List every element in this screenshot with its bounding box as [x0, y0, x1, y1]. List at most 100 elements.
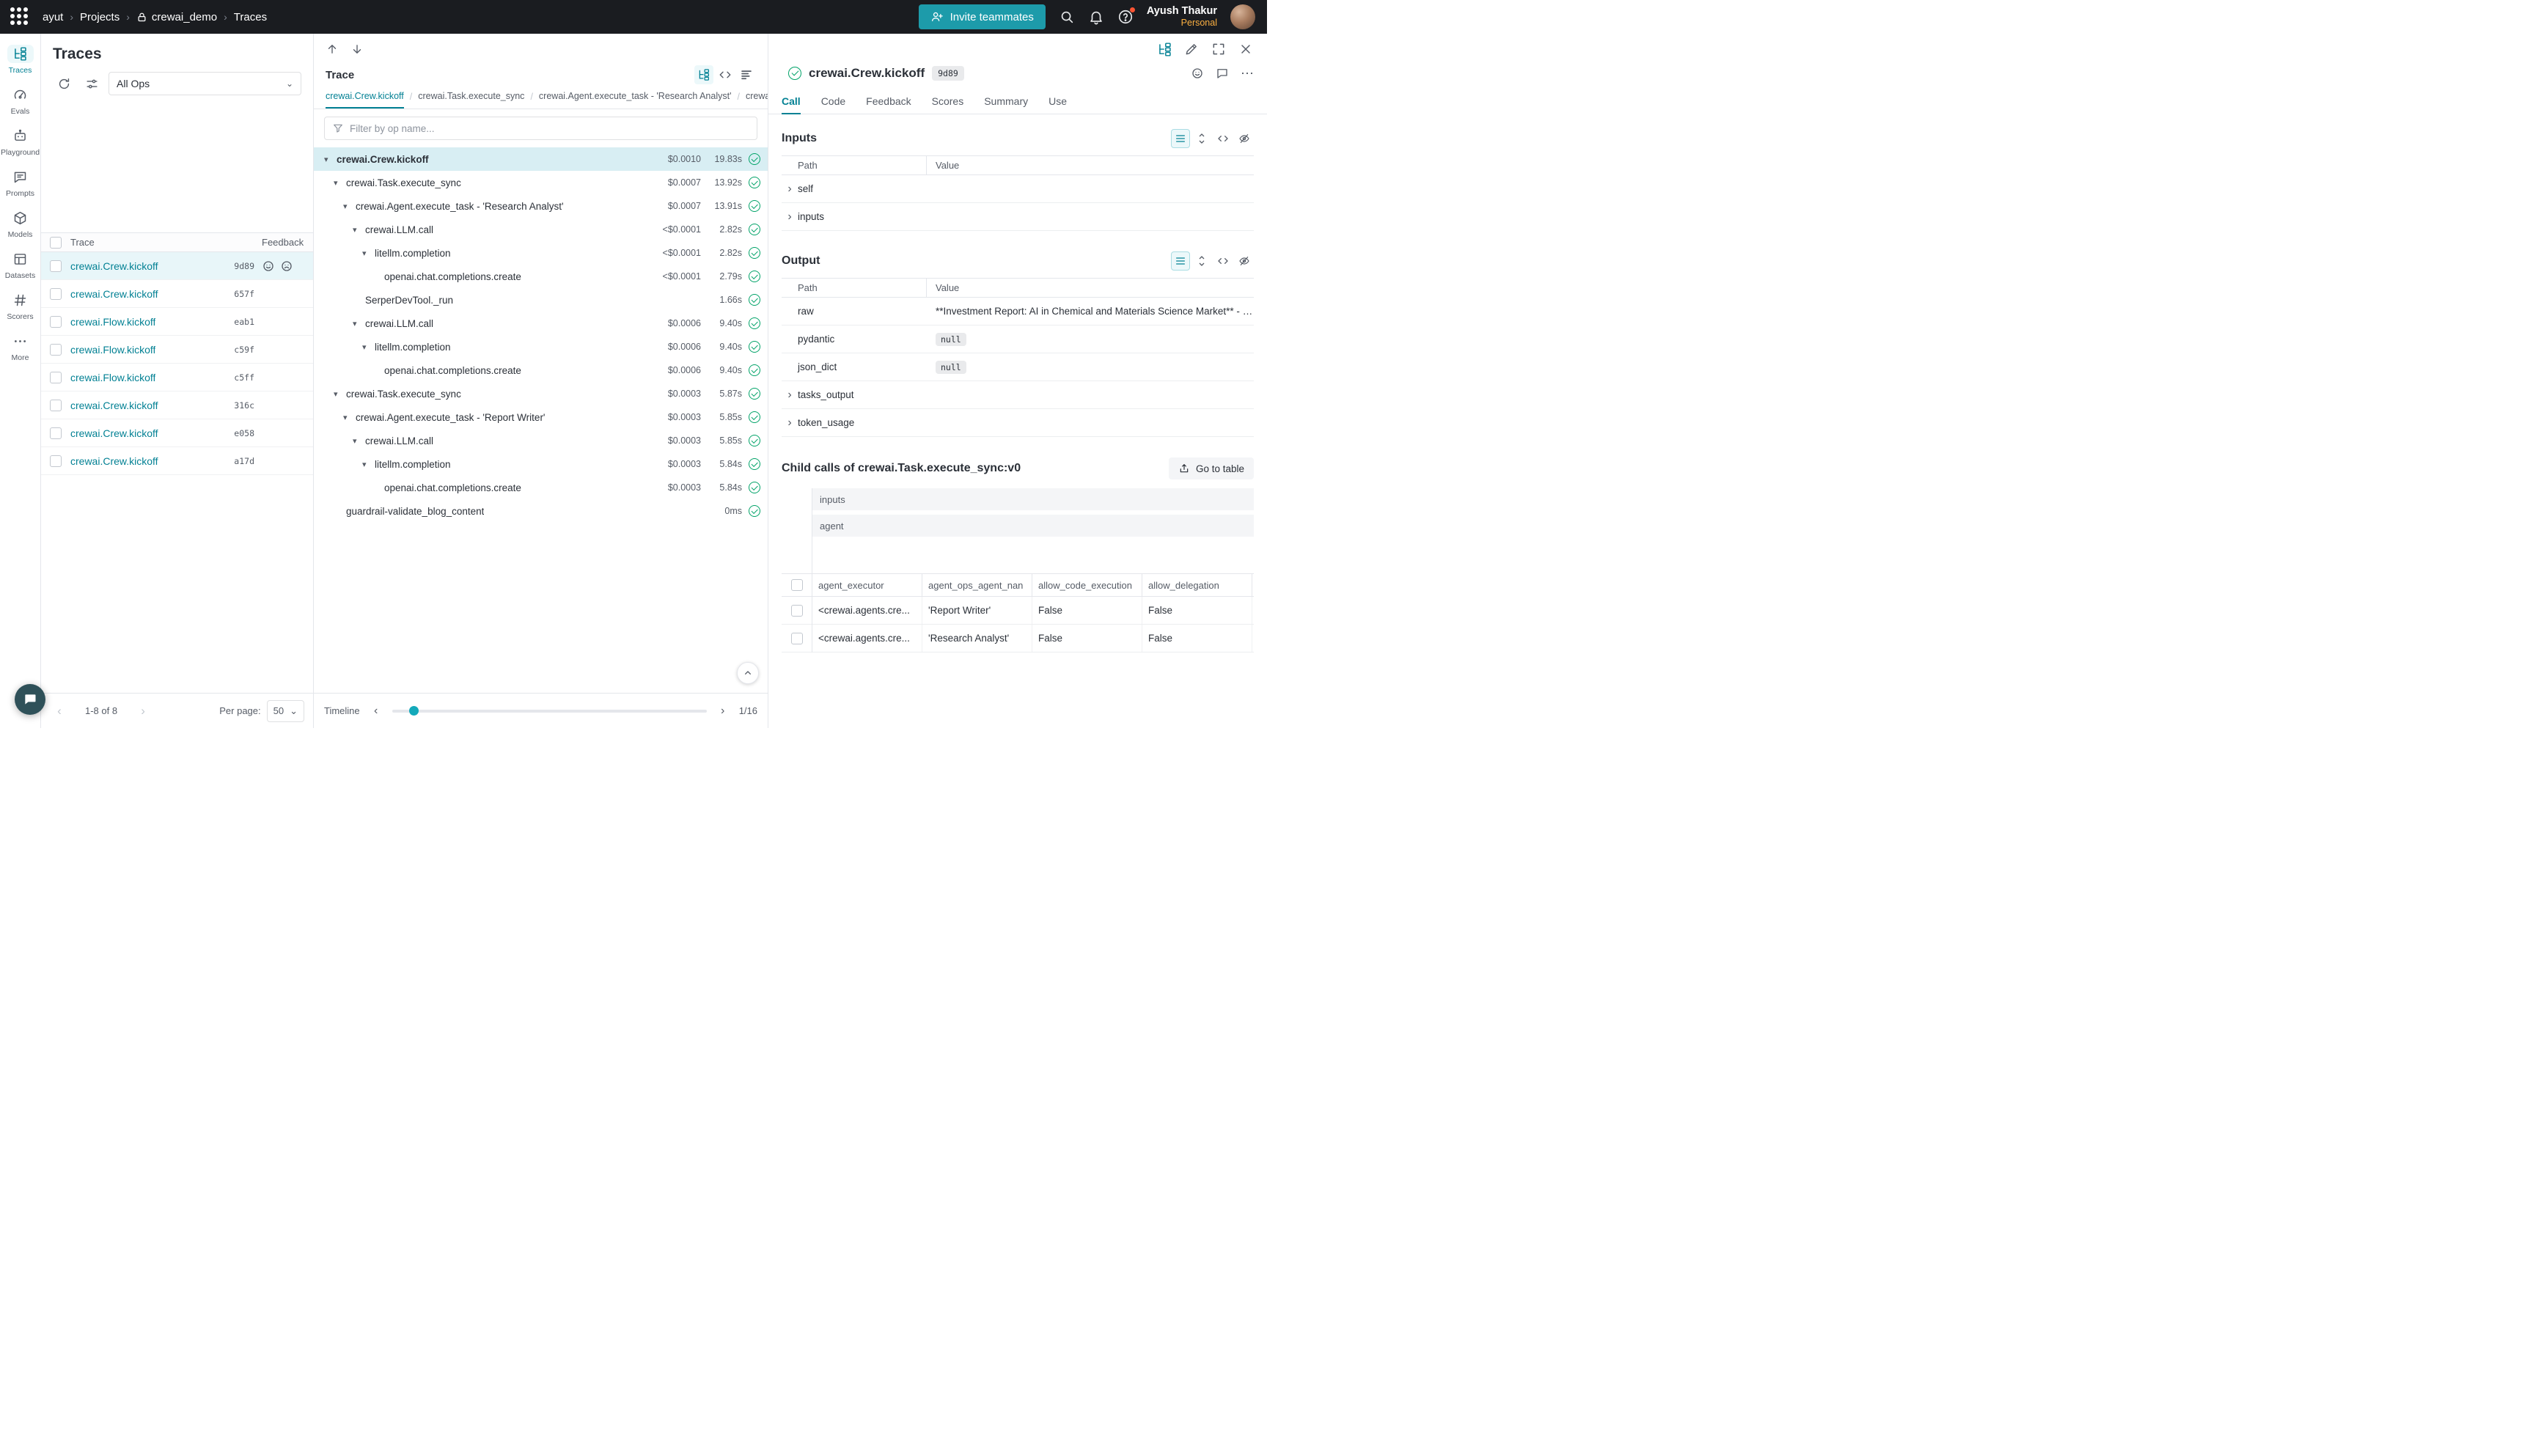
next-page-button[interactable]: › — [133, 702, 153, 721]
breadcrumb-projects[interactable]: Projects — [80, 11, 120, 23]
chevron-right-icon[interactable]: › — [782, 183, 798, 195]
row-checkbox[interactable] — [50, 400, 62, 411]
trace-link[interactable]: crewai.Crew.kickoff — [70, 260, 158, 272]
chevron-down-icon[interactable]: ▾ — [324, 155, 337, 164]
prev-page-button[interactable]: ‹ — [50, 702, 69, 721]
toggle-tree-sidebar-button[interactable] — [1157, 42, 1172, 57]
notifications-bell-icon[interactable] — [1088, 9, 1104, 25]
trace-tree-row[interactable]: ▾ crewai.Crew.kickoff $0.0010 19.83s — [314, 147, 768, 171]
breadcrumb-page[interactable]: Traces — [234, 11, 267, 23]
fullscreen-button[interactable] — [1211, 42, 1227, 57]
sidebar-item-traces[interactable]: Traces — [1, 40, 40, 81]
column-header[interactable]: allow_code_execution — [1032, 574, 1142, 596]
tab-scores[interactable]: Scores — [932, 89, 964, 114]
row-checkbox[interactable] — [50, 427, 62, 439]
hide-values-button[interactable] — [1235, 129, 1254, 148]
chevron-down-icon[interactable]: ▾ — [353, 225, 365, 235]
next-sibling-button[interactable] — [346, 38, 368, 60]
sidebar-item-scorers[interactable]: Scorers — [1, 286, 40, 327]
edit-button[interactable] — [1184, 42, 1200, 57]
call-id-badge[interactable]: 9d89 — [932, 66, 964, 81]
trace-tree-row[interactable]: ▾ litellm.completion $0.0003 5.84s — [314, 452, 768, 476]
trace-tree-row[interactable]: ▾ crewai.Agent.execute_task - 'Research … — [314, 194, 768, 218]
child-call-row[interactable]: <crewai.agents.cre... 'Report Writer' Fa… — [812, 597, 1254, 625]
input-row[interactable]: ›inputs — [782, 203, 1254, 231]
trace-link[interactable]: crewai.Flow.kickoff — [70, 316, 155, 328]
prev-sibling-button[interactable] — [321, 38, 343, 60]
trace-tree-row[interactable]: ▾ crewai.Agent.execute_task - 'Report Wr… — [314, 405, 768, 429]
trace-tree-row[interactable]: ▾ crewai.LLM.call $0.0003 5.85s — [314, 429, 768, 452]
trace-tree-row[interactable]: ▾ litellm.completion <$0.0001 2.82s — [314, 241, 768, 265]
chevron-right-icon[interactable]: › — [782, 211, 798, 223]
table-row[interactable]: crewai.Crew.kickoffa17d — [41, 447, 313, 475]
chevron-right-icon[interactable]: › — [782, 389, 798, 401]
child-call-row[interactable]: <crewai.agents.cre... 'Research Analyst'… — [812, 625, 1254, 652]
trace-tree-row[interactable]: ▾ litellm.completion $0.0006 9.40s — [314, 335, 768, 359]
trace-link[interactable]: crewai.Crew.kickoff — [70, 400, 158, 411]
row-checkbox[interactable] — [791, 605, 803, 617]
table-row[interactable]: crewai.Crew.kickoff316c — [41, 391, 313, 419]
sidebar-item-prompts[interactable]: Prompts — [1, 163, 40, 204]
trace-tree-row[interactable]: ▾ crewai.LLM.call <$0.0001 2.82s — [314, 218, 768, 241]
hide-values-button[interactable] — [1235, 251, 1254, 271]
select-all-checkbox[interactable] — [50, 237, 62, 249]
row-checkbox[interactable] — [50, 372, 62, 383]
output-row[interactable]: ›tasks_output — [782, 381, 1254, 409]
sidebar-item-evals[interactable]: Evals — [1, 81, 40, 122]
go-to-table-button[interactable]: Go to table — [1169, 457, 1254, 479]
expand-rows-button[interactable] — [1192, 129, 1211, 148]
code-view-button[interactable] — [1213, 251, 1233, 271]
row-checkbox[interactable] — [50, 455, 62, 467]
flame-graph-button[interactable] — [737, 65, 756, 84]
row-checkbox[interactable] — [50, 288, 62, 300]
timeline-slider[interactable] — [392, 710, 707, 713]
per-page-select[interactable]: 50 ⌄ — [267, 700, 304, 722]
op-filter-input[interactable] — [350, 123, 749, 134]
output-row[interactable]: json_dict null — [782, 353, 1254, 381]
user-menu[interactable]: Ayush Thakur Personal — [1147, 5, 1217, 29]
chevron-down-icon[interactable]: ▾ — [343, 413, 356, 422]
chat-support-button[interactable] — [15, 684, 45, 715]
column-header[interactable]: agent_executor — [812, 574, 922, 596]
sidebar-item-datasets[interactable]: Datasets — [1, 245, 40, 286]
ops-filter-select[interactable]: All Ops ⌄ — [109, 72, 301, 95]
column-header[interactable]: b — [1252, 574, 1254, 596]
chevron-down-icon[interactable]: ▾ — [334, 389, 346, 399]
chevron-down-icon[interactable]: ▾ — [343, 202, 356, 211]
call-path-item[interactable]: crewai.Agent.execute_task - 'Research An… — [539, 85, 732, 109]
refresh-button[interactable] — [53, 73, 75, 95]
timeline-slider-handle[interactable] — [409, 706, 419, 716]
tab-use[interactable]: Use — [1049, 89, 1067, 114]
trace-tree-row[interactable]: ▾ crewai.Task.execute_sync $0.0003 5.87s — [314, 382, 768, 405]
output-row[interactable]: pydantic null — [782, 326, 1254, 353]
close-icon[interactable] — [1238, 42, 1254, 57]
call-path-item[interactable]: crewai.LLM.call — [746, 85, 768, 109]
breadcrumb-project[interactable]: crewai_demo — [136, 11, 217, 23]
chevron-down-icon[interactable]: ▾ — [334, 178, 346, 188]
table-row[interactable]: crewai.Flow.kickoffc5ff — [41, 364, 313, 391]
call-path-item[interactable]: crewai.Task.execute_sync — [418, 85, 524, 109]
tab-feedback[interactable]: Feedback — [866, 89, 911, 114]
breadcrumb-entity[interactable]: ayut — [43, 11, 63, 23]
select-all-checkbox[interactable] — [791, 579, 803, 591]
row-checkbox[interactable] — [50, 316, 62, 328]
sidebar-item-more[interactable]: More — [1, 327, 40, 368]
trace-tree-row[interactable]: SerperDevTool._run 1.66s — [314, 288, 768, 312]
trace-link[interactable]: crewai.Flow.kickoff — [70, 344, 155, 356]
trace-link[interactable]: crewai.Crew.kickoff — [70, 288, 158, 300]
code-view-button[interactable] — [1213, 129, 1233, 148]
trace-tree-row[interactable]: openai.chat.completions.create $0.0006 9… — [314, 359, 768, 382]
tab-summary[interactable]: Summary — [984, 89, 1028, 114]
table-row[interactable]: crewai.Crew.kickoff657f — [41, 280, 313, 308]
column-header[interactable]: allow_delegation — [1142, 574, 1252, 596]
timeline-prev-button[interactable]: ‹ — [367, 702, 385, 720]
scroll-to-top-button[interactable] — [737, 662, 759, 684]
invite-teammates-button[interactable]: Invite teammates — [919, 4, 1046, 29]
row-checkbox[interactable] — [50, 260, 62, 272]
list-view-button[interactable] — [1171, 251, 1190, 271]
comment-icon[interactable] — [1216, 67, 1229, 80]
chevron-down-icon[interactable]: ▾ — [353, 436, 365, 446]
input-row[interactable]: ›self — [782, 175, 1254, 203]
sidebar-item-playground[interactable]: Playground — [1, 122, 40, 163]
call-path-item[interactable]: crewai.Crew.kickoff — [326, 85, 404, 109]
